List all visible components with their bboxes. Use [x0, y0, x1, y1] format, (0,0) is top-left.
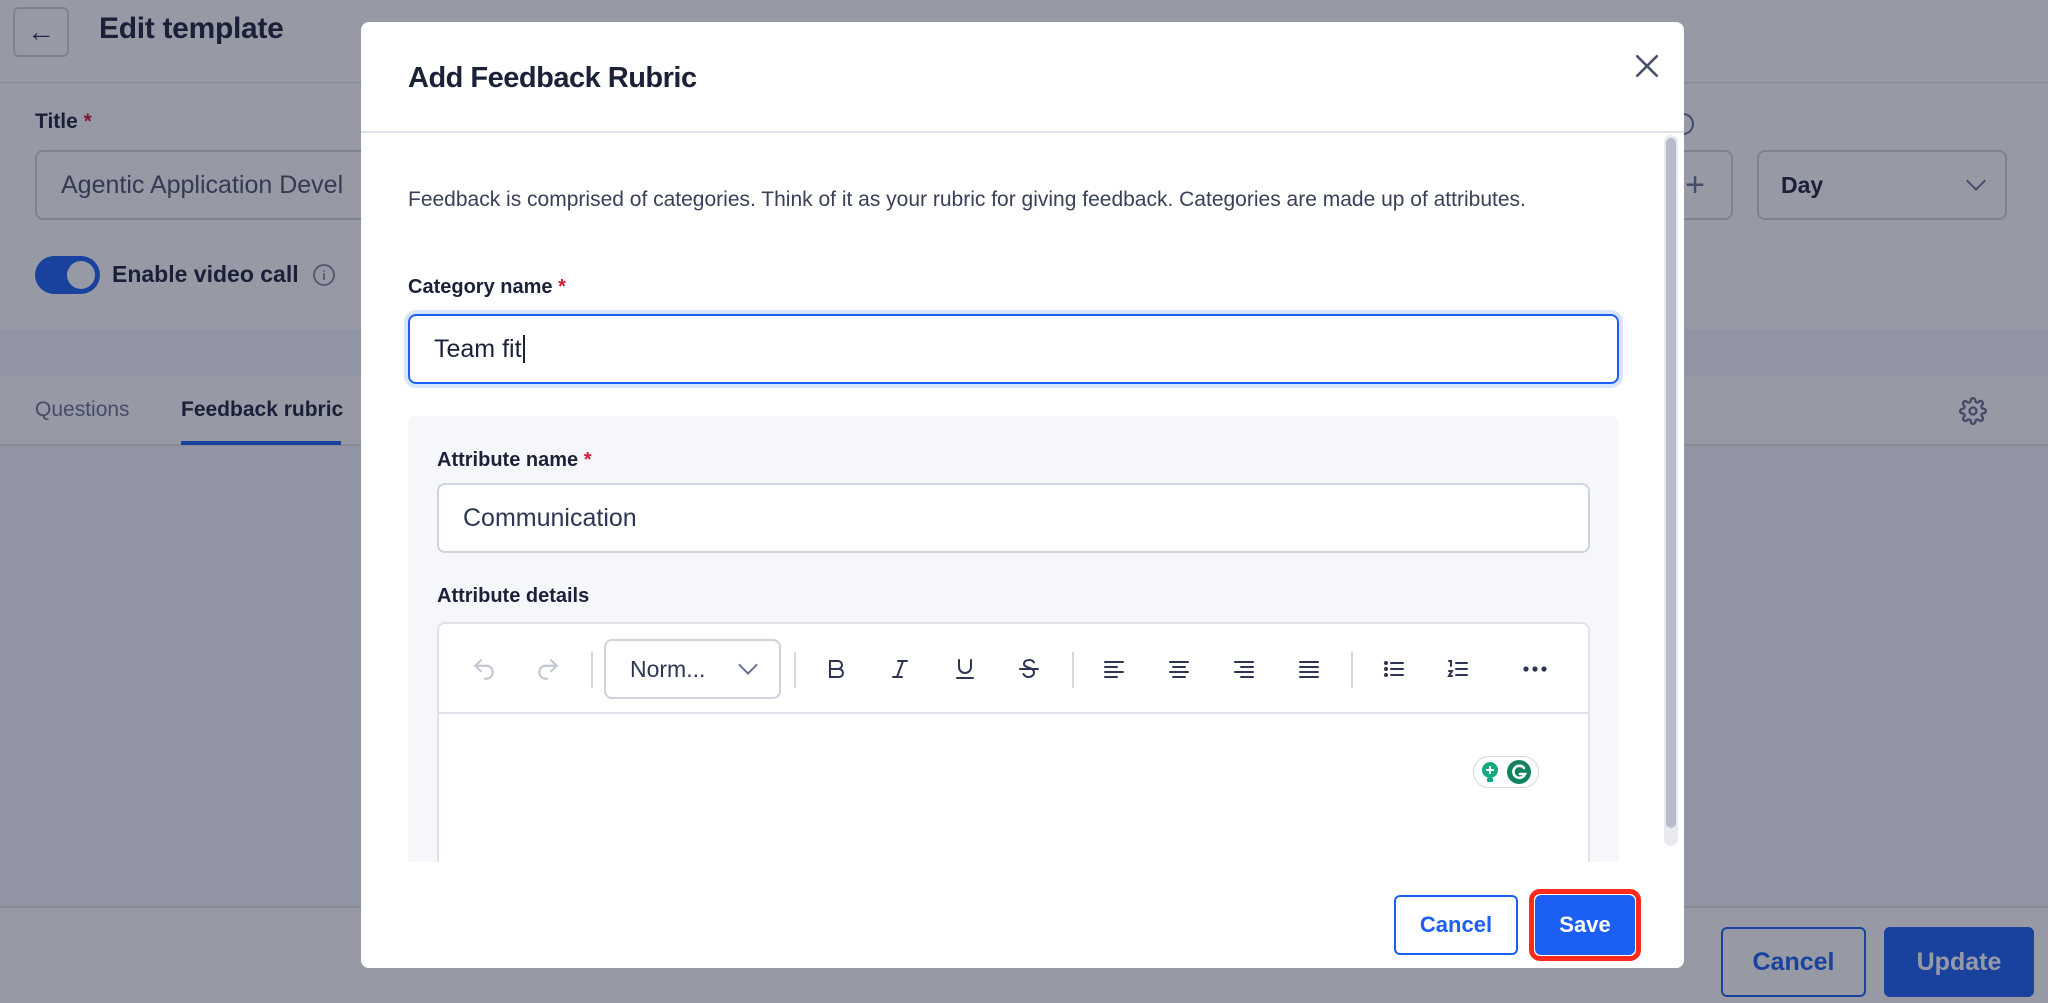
bullet-list-icon[interactable] — [1372, 647, 1416, 691]
attribute-details-label: Attribute details — [437, 585, 590, 607]
toolbar-divider — [591, 652, 593, 688]
more-icon[interactable] — [1513, 647, 1557, 691]
redo-icon[interactable] — [526, 647, 570, 691]
toolbar-divider — [1351, 652, 1353, 688]
attribute-panel: Attribute name * Communication Attribute… — [408, 416, 1619, 862]
attribute-name-label: Attribute name * — [437, 449, 592, 471]
attribute-details-editor[interactable] — [439, 716, 1588, 862]
align-justify-icon[interactable] — [1287, 647, 1331, 691]
block-format-select[interactable]: Norm... — [604, 639, 781, 699]
underline-icon[interactable] — [943, 647, 987, 691]
numbered-list-icon[interactable] — [1436, 647, 1480, 691]
grammarly-widget[interactable] — [1473, 756, 1539, 788]
grammarly-bulb-icon — [1482, 762, 1498, 782]
modal-scrollbar-thumb[interactable] — [1666, 138, 1676, 828]
modal-body: Feedback is comprised of categories. Thi… — [361, 135, 1684, 862]
modal-title: Add Feedback Rubric — [408, 62, 697, 94]
save-button[interactable]: Save — [1535, 895, 1635, 955]
align-left-icon[interactable] — [1092, 647, 1136, 691]
grammarly-g-icon — [1507, 760, 1531, 784]
align-right-icon[interactable] — [1222, 647, 1266, 691]
block-format-value: Norm... — [630, 655, 706, 682]
italic-icon[interactable] — [878, 647, 922, 691]
bold-icon[interactable] — [814, 647, 858, 691]
chevron-down-icon — [738, 655, 758, 675]
editor-toolbar: Norm... — [439, 624, 1588, 714]
rich-text-editor: Norm... — [437, 622, 1590, 862]
modal-header: Add Feedback Rubric — [361, 22, 1684, 133]
close-button[interactable] — [1627, 46, 1667, 86]
add-feedback-rubric-dialog: Add Feedback Rubric Feedback is comprise… — [361, 22, 1684, 968]
attribute-name-input[interactable]: Communication — [437, 483, 1590, 553]
strikethrough-icon[interactable] — [1007, 647, 1051, 691]
toolbar-divider — [1072, 652, 1074, 688]
category-name-label: Category name * — [408, 276, 566, 298]
align-center-icon[interactable] — [1157, 647, 1201, 691]
modal-footer: Cancel Save — [361, 862, 1684, 968]
close-icon — [1635, 54, 1659, 78]
cancel-button[interactable]: Cancel — [1394, 895, 1518, 955]
text-caret — [522, 335, 525, 363]
toolbar-divider — [794, 652, 796, 688]
rubric-description: Feedback is comprised of categories. Thi… — [408, 188, 1526, 211]
undo-icon[interactable] — [462, 647, 506, 691]
category-name-input[interactable]: Team fit — [408, 314, 1619, 384]
